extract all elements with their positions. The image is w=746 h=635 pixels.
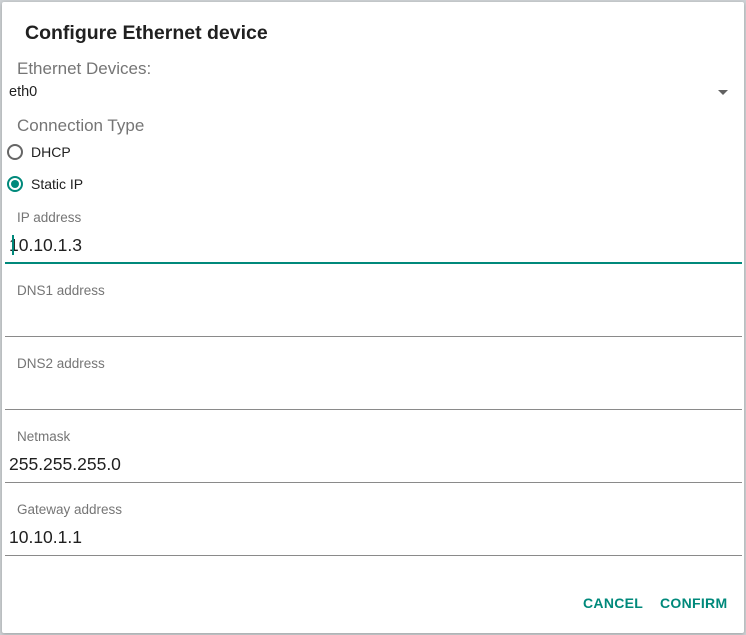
ethernet-device-dropdown[interactable]: eth0 xyxy=(9,82,742,104)
chevron-down-icon xyxy=(718,90,728,95)
dns2-address-label: DNS2 address xyxy=(17,356,105,371)
radio-option-static-ip[interactable]: Static IP xyxy=(7,173,83,195)
connection-type-label: Connection Type xyxy=(17,116,145,135)
radio-button-static-ip[interactable] xyxy=(7,176,23,192)
gateway-address-underline xyxy=(5,555,742,556)
ethernet-devices-label: Ethernet Devices: xyxy=(17,59,152,78)
netmask-field: Netmask xyxy=(5,429,742,493)
netmask-label: Netmask xyxy=(17,429,71,444)
text-cursor xyxy=(12,235,14,255)
cancel-button[interactable]: CANCEL xyxy=(583,595,643,611)
dns2-address-underline xyxy=(5,409,742,410)
dns2-address-input[interactable] xyxy=(9,378,736,404)
radio-label-static-ip: Static IP xyxy=(31,176,84,192)
radio-button-dhcp[interactable] xyxy=(7,144,23,160)
dns1-address-underline xyxy=(5,336,742,337)
gateway-address-field: Gateway address xyxy=(5,502,742,566)
ip-address-input[interactable] xyxy=(9,232,736,258)
netmask-input[interactable] xyxy=(9,451,736,477)
selected-device-value: eth0 xyxy=(9,84,38,100)
dns1-address-field: DNS1 address xyxy=(5,283,742,347)
dns2-address-field: DNS2 address xyxy=(5,356,742,420)
ip-address-label: IP address xyxy=(17,210,82,225)
configure-ethernet-dialog: Configure Ethernet device Ethernet Devic… xyxy=(2,2,744,633)
gateway-address-label: Gateway address xyxy=(17,502,123,517)
ip-address-underline xyxy=(5,262,742,264)
radio-option-dhcp[interactable]: DHCP xyxy=(7,141,71,163)
netmask-underline xyxy=(5,482,742,483)
confirm-button[interactable]: CONFIRM xyxy=(660,595,727,611)
ip-address-field: IP address xyxy=(5,210,742,274)
dns1-address-label: DNS1 address xyxy=(17,283,105,298)
dialog-title: Configure Ethernet device xyxy=(25,22,268,44)
gateway-address-input[interactable] xyxy=(9,524,736,550)
dns1-address-input[interactable] xyxy=(9,305,736,331)
radio-label-dhcp: DHCP xyxy=(31,144,71,160)
